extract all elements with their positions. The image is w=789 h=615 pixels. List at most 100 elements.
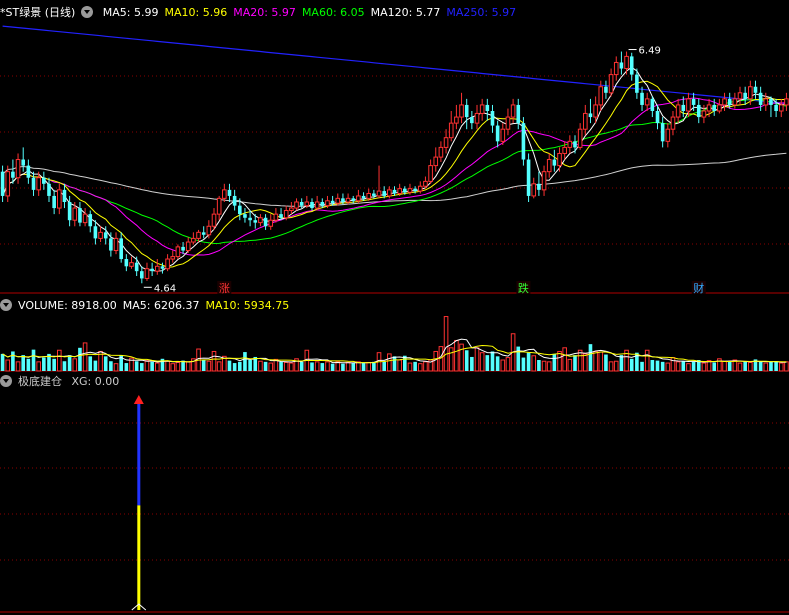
candle-body	[216, 197, 222, 215]
candle-body	[624, 55, 629, 70]
candle-body	[52, 195, 56, 209]
candle-body	[403, 188, 407, 193]
volume-bar	[495, 356, 500, 371]
volume-bar	[433, 350, 439, 372]
volume-bar	[537, 360, 541, 371]
candle-body	[490, 111, 495, 126]
candle-body	[510, 104, 516, 118]
candle-body	[232, 195, 237, 206]
volume-bar	[686, 363, 691, 372]
high-price-label: 6.49	[639, 46, 661, 57]
volume-bar	[314, 361, 320, 372]
candle-body	[211, 213, 217, 227]
candle-body	[629, 56, 634, 75]
candle-body	[129, 262, 134, 267]
candle-body	[670, 116, 676, 130]
volume-bar	[320, 363, 325, 371]
low-price-label: 4.64	[154, 283, 176, 294]
volume-bar	[743, 361, 747, 371]
candle-body	[299, 202, 304, 206]
volume-bar	[206, 360, 212, 372]
candle-body	[485, 104, 490, 111]
volume-bar	[573, 355, 577, 371]
event-marker-1: 跌	[518, 281, 529, 295]
volume-bar	[330, 363, 335, 371]
volume-bar	[0, 353, 5, 371]
volume-legend: VOLUME: 8918.00 MA5: 6206.37 MA10: 5934.75	[18, 299, 295, 312]
volume-bar	[552, 353, 557, 371]
volume-bar	[448, 347, 454, 372]
candle-body	[557, 152, 562, 167]
volume-bar	[665, 362, 671, 372]
volume-bar	[407, 362, 413, 372]
candle	[526, 153, 531, 202]
candle-body	[732, 98, 738, 106]
volume-bar	[382, 361, 386, 371]
volume-bar	[763, 362, 769, 372]
candle-body	[470, 117, 474, 124]
volume-bar	[490, 351, 495, 371]
candle-body	[577, 128, 583, 148]
volume-bar	[546, 361, 552, 372]
candle-body	[552, 159, 557, 166]
candle-body	[15, 159, 21, 179]
volume-bar	[345, 361, 351, 372]
candle-body	[62, 189, 67, 202]
candle-body	[758, 92, 763, 105]
candle-body	[361, 195, 366, 199]
volume-bar	[325, 361, 330, 372]
collapse-icon[interactable]	[81, 6, 94, 18]
candle-body	[701, 110, 707, 118]
candle-body	[644, 98, 650, 106]
candle-body	[516, 104, 521, 124]
volume-bar	[263, 361, 268, 371]
event-marker-2: 财	[693, 281, 704, 295]
candle-body	[283, 209, 289, 219]
candle-body	[464, 104, 469, 118]
candle-body	[521, 123, 526, 160]
volume-bar	[413, 361, 417, 371]
volume-bar	[758, 361, 763, 371]
candle-body	[448, 122, 454, 139]
candle-body	[181, 246, 185, 251]
collapse-icon[interactable]	[0, 299, 12, 311]
volume-bar	[140, 363, 144, 371]
volume-bar	[397, 359, 402, 372]
volume-bar	[216, 361, 222, 372]
candle-body	[341, 198, 345, 202]
candle-body	[567, 140, 573, 148]
candle-body	[237, 205, 242, 215]
volume-bar	[691, 361, 696, 371]
volume-bar	[438, 346, 444, 372]
candle-body	[201, 232, 206, 235]
candle-body	[712, 104, 717, 111]
candle-body	[314, 201, 320, 209]
candle-body	[784, 98, 789, 106]
volume-bar	[670, 357, 676, 372]
volume-bar	[681, 361, 686, 371]
candle-body	[613, 61, 619, 76]
volume-bar	[67, 355, 72, 371]
indicator-title: 极底建仓	[18, 375, 62, 388]
volume-bar	[299, 361, 304, 371]
volume-bar	[268, 362, 274, 372]
candle-body	[582, 112, 588, 130]
volume-bar	[170, 363, 176, 372]
candle-body	[304, 201, 310, 207]
volume-bar	[227, 360, 232, 371]
candle-body	[428, 165, 433, 182]
main-header: *ST绿景 (日线) MA5: 5.99 MA10: 5.96 MA20: 5.97…	[0, 4, 528, 20]
collapse-icon[interactable]	[0, 375, 12, 387]
candle-body	[243, 214, 247, 218]
volume-bar	[557, 350, 562, 372]
candle-body	[165, 258, 170, 270]
candle-body	[686, 98, 691, 112]
candle-body	[417, 185, 423, 192]
candle-body	[753, 86, 758, 93]
volume-bar	[531, 355, 537, 372]
candle-body	[454, 116, 459, 124]
volume-bar	[42, 357, 46, 371]
candle-body	[31, 177, 36, 190]
volume-bar	[372, 361, 376, 371]
volume-bar	[335, 361, 341, 372]
